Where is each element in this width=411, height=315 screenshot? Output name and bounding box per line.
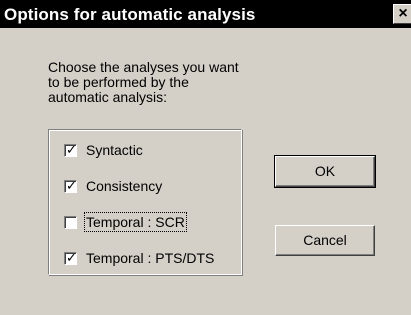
- checkbox-box[interactable]: ✓: [64, 141, 77, 157]
- ok-button[interactable]: OK: [274, 155, 376, 188]
- options-dialog: Options for automatic analysis × Choose …: [0, 0, 411, 315]
- checkbox-label: Temporal : PTS/DTS: [86, 250, 215, 266]
- checkbox-label: Consistency: [86, 178, 163, 194]
- title-bar[interactable]: Options for automatic analysis ×: [0, 0, 411, 28]
- checkbox-box[interactable]: ✓: [64, 177, 77, 193]
- instructions-text: Choose the analyses you want to be perfo…: [48, 59, 239, 105]
- checkmark-icon: ✓: [66, 141, 77, 157]
- checkbox-temporal-pts-dts[interactable]: ✓ Temporal : PTS/DTS: [64, 248, 214, 268]
- checkmark-icon: ✓: [66, 249, 77, 265]
- checkbox-temporal-scr[interactable]: Temporal : SCR: [64, 212, 187, 232]
- close-icon: ×: [398, 5, 408, 22]
- checkbox-box[interactable]: ✓: [64, 249, 77, 265]
- checkbox-label: Temporal : SCR: [84, 212, 187, 232]
- checkbox-label: Syntactic: [86, 142, 143, 158]
- close-button[interactable]: ×: [393, 4, 411, 24]
- checkmark-icon: ✓: [66, 177, 77, 193]
- checkbox-consistency[interactable]: ✓ Consistency: [64, 176, 162, 196]
- dialog-title: Options for automatic analysis: [4, 5, 256, 24]
- checkbox-syntactic[interactable]: ✓ Syntactic: [64, 140, 143, 160]
- checkbox-box[interactable]: [64, 215, 77, 229]
- cancel-button[interactable]: Cancel: [275, 225, 375, 256]
